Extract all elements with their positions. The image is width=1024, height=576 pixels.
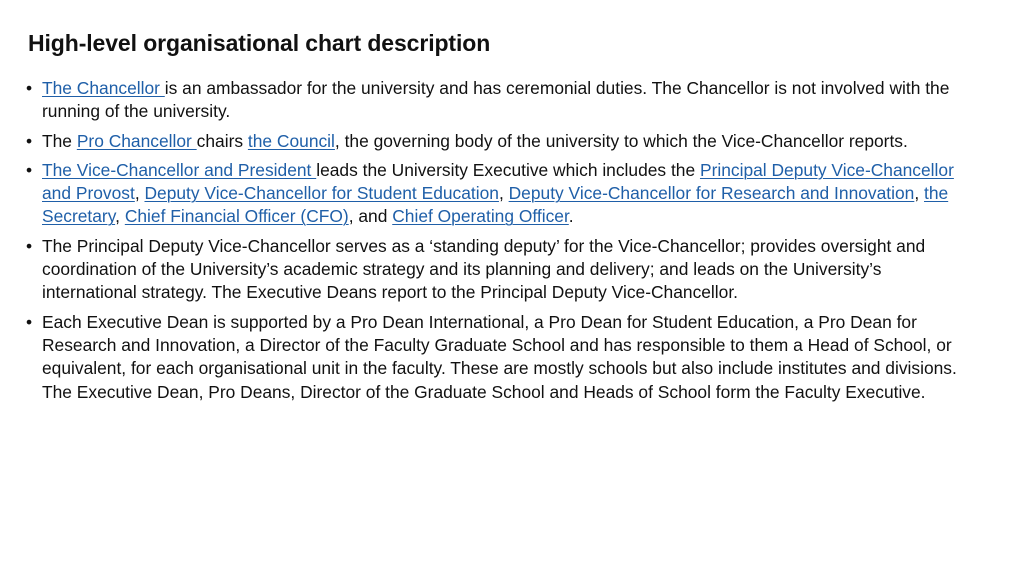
text: .	[568, 206, 574, 227]
link-the-council[interactable]: the Council	[248, 131, 335, 151]
page-title: High-level organisational chart descript…	[28, 30, 491, 56]
link-dvc-student-education[interactable]: Deputy Vice-Chancellor for Student Educa…	[144, 183, 498, 203]
bullet-icon: •	[26, 78, 33, 98]
text: ,	[498, 183, 509, 204]
description-list: • The Chancellor is an ambassador for th…	[26, 77, 971, 410]
text: , the governing body of the university t…	[334, 130, 908, 151]
link-chief-operating-officer[interactable]: Chief Operating Officer	[392, 206, 569, 226]
link-chief-financial-officer[interactable]: Chief Financial Officer (CFO)	[125, 206, 349, 226]
bullet-icon: •	[26, 311, 33, 332]
list-item-vice-chancellor: • The Vice-Chancellor and President lead…	[26, 159, 971, 229]
text: ,	[115, 206, 125, 227]
bullet-icon: •	[26, 235, 33, 256]
list-item-principal-deputy: • The Principal Deputy Vice-Chancellor s…	[26, 235, 971, 305]
list-item-pro-chancellor: • The Pro Chancellor chairs the Council,…	[26, 130, 971, 153]
text: chairs	[196, 130, 248, 151]
text: The	[42, 130, 77, 151]
text: Each Executive Dean is supported by a Pr…	[42, 311, 957, 402]
bullet-icon: •	[26, 159, 33, 180]
link-pro-chancellor[interactable]: Pro Chancellor	[77, 131, 197, 151]
link-the-chancellor[interactable]: The Chancellor	[42, 78, 165, 98]
text: The Principal Deputy Vice-Chancellor ser…	[42, 235, 926, 303]
bullet-icon: •	[26, 130, 33, 151]
text: leads the University Executive which inc…	[316, 159, 700, 180]
link-vice-chancellor-and-president[interactable]: The Vice-Chancellor and President	[42, 160, 316, 180]
text: ,	[914, 183, 924, 204]
text: , and	[348, 206, 393, 227]
link-dvc-research-innovation[interactable]: Deputy Vice-Chancellor for Research and …	[509, 183, 915, 203]
list-item-executive-dean: • Each Executive Dean is supported by a …	[26, 311, 971, 404]
text: is an ambassador for the university and …	[42, 78, 950, 122]
list-item-chancellor: • The Chancellor is an ambassador for th…	[26, 77, 971, 124]
